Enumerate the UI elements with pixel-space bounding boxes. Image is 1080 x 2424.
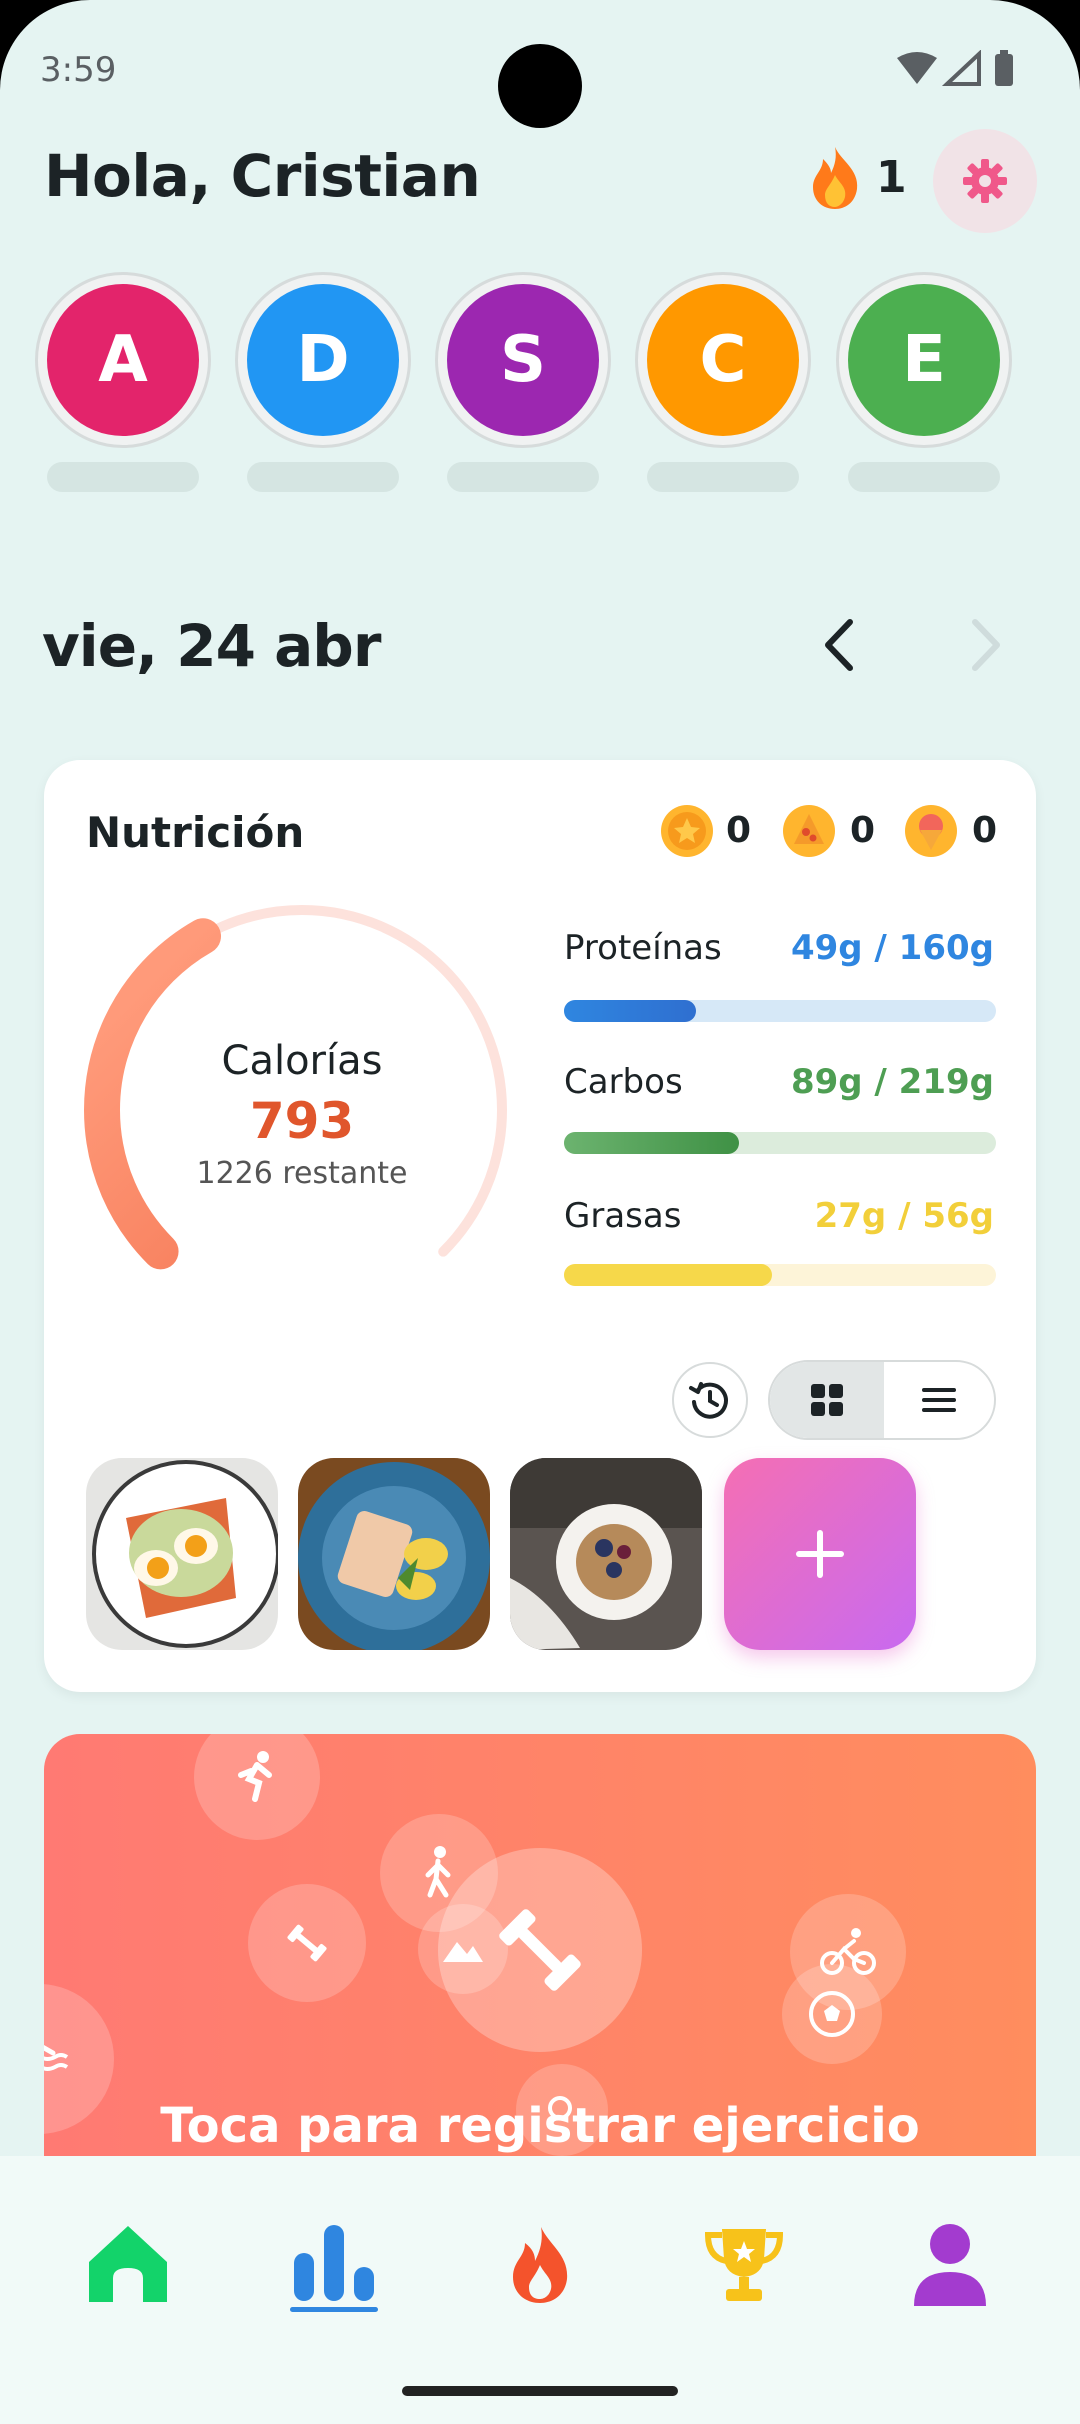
macro-bar-fill: [564, 1264, 773, 1286]
home-icon: [89, 2226, 167, 2302]
badge-count: 0: [972, 810, 998, 851]
badge-count: 0: [850, 810, 876, 851]
status-icons: [897, 50, 1013, 86]
chevron-left-icon[interactable]: [810, 610, 870, 680]
add-meal-button[interactable]: [724, 1458, 916, 1650]
exercise-cta: Toca para registrar ejercicio: [160, 2098, 920, 2154]
meal-photo-yogurt[interactable]: [510, 1458, 702, 1650]
nutrition-card[interactable]: Nutrición 0 0 0 Calorías 793 1226 restan…: [44, 760, 1036, 1692]
wifi-icon: [897, 52, 937, 84]
avatar: C: [647, 284, 799, 436]
greeting-title: Hola, Cristian: [44, 142, 481, 210]
grid-view-button[interactable]: [770, 1362, 884, 1438]
plus-icon: [796, 1530, 844, 1578]
friend-avatar-e[interactable]: E: [836, 272, 1012, 448]
nav-achievements[interactable]: [684, 2210, 804, 2320]
calories-value: 793: [249, 1092, 355, 1150]
bar-chart-icon: [290, 2225, 378, 2312]
battery-icon: [995, 54, 1013, 86]
ice-cream-icon: [905, 805, 957, 857]
macro-name-fat: Grasas: [564, 1196, 682, 1236]
macro-name-carbs: Carbos: [564, 1062, 683, 1102]
streak-count: 1: [876, 152, 907, 203]
badge-count: 0: [726, 810, 752, 851]
friend-avatar-c[interactable]: C: [635, 272, 811, 448]
date-title: vie, 24 abr: [42, 612, 381, 680]
avatar: D: [247, 284, 399, 436]
macro-bar-fill: [564, 1132, 740, 1154]
avatar-name-placeholder: [47, 462, 199, 492]
avatar: S: [447, 284, 599, 436]
nav-streak[interactable]: [480, 2210, 600, 2320]
avatar: A: [47, 284, 199, 436]
person-icon: [914, 2224, 986, 2306]
dumbbell-icon: [499, 1909, 581, 1991]
friend-avatar-a[interactable]: A: [35, 272, 211, 448]
status-time: 3:59: [40, 50, 117, 90]
avatar-name-placeholder: [647, 462, 799, 492]
flame-icon: [813, 147, 858, 209]
camera-cutout: [498, 44, 582, 128]
calories-label: Calorías: [221, 1038, 383, 1084]
macro-value-fat: 27g / 56g: [814, 1196, 994, 1236]
meal-photo-salmon[interactable]: [298, 1458, 490, 1650]
view-toggle[interactable]: [768, 1360, 996, 1440]
flame-icon: [513, 2227, 568, 2303]
avatar: E: [848, 284, 1000, 436]
macro-value-protein: 49g / 160g: [790, 928, 994, 968]
macro-bar-protein: [564, 1000, 996, 1022]
avatar-name-placeholder: [247, 462, 399, 492]
nav-home[interactable]: [68, 2210, 188, 2320]
avatar-name-placeholder: [447, 462, 599, 492]
list-view-button[interactable]: [884, 1362, 994, 1438]
settings-button[interactable]: [933, 129, 1037, 233]
calories-remaining: 1226 restante: [196, 1156, 408, 1191]
home-indicator: [402, 2386, 678, 2396]
card-title: Nutrición: [86, 808, 305, 857]
nav-profile[interactable]: [890, 2210, 1010, 2320]
macro-value-carbs: 89g / 219g: [790, 1062, 994, 1102]
macro-bar-fill: [564, 1000, 697, 1022]
history-icon: [689, 1382, 728, 1419]
gear-icon: [963, 159, 1007, 203]
soccer-ball-icon: [782, 1964, 882, 2064]
running-icon: [194, 1734, 320, 1840]
list-icon: [922, 1388, 956, 1412]
meal-photo-eggs[interactable]: [86, 1458, 278, 1650]
star-coin-icon: [661, 805, 713, 857]
grid-icon: [811, 1384, 843, 1416]
trophy-icon: [704, 2229, 784, 2301]
friend-avatar-s[interactable]: S: [435, 272, 611, 448]
bottom-nav: [0, 2156, 1080, 2424]
main-dumbbell-button[interactable]: [438, 1848, 642, 2052]
pizza-icon: [783, 805, 835, 857]
exercise-card[interactable]: Toca para registrar ejercicio: [44, 1734, 1036, 2194]
app-screen: 3:59 Hola, Cristian 1 A D S C E vie, 24 …: [0, 0, 1080, 2424]
macro-name-protein: Proteínas: [564, 928, 722, 968]
signal-icon: [941, 50, 981, 86]
friend-avatar-d[interactable]: D: [235, 272, 411, 448]
dumbbell-icon: [248, 1884, 366, 2002]
chevron-right-icon[interactable]: [955, 610, 1015, 680]
nav-stats[interactable]: [274, 2210, 394, 2320]
avatar-name-placeholder: [848, 462, 1000, 492]
macro-bar-fat: [564, 1264, 996, 1286]
history-button[interactable]: [672, 1362, 748, 1438]
macro-bar-carbs: [564, 1132, 996, 1154]
